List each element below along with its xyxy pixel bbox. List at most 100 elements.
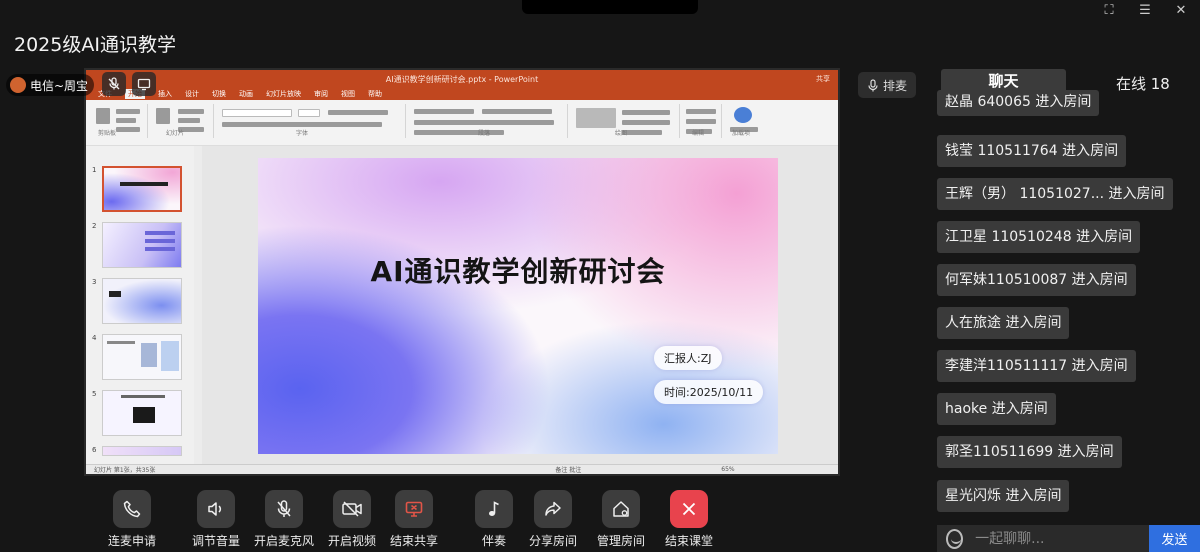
control-label: 伴奏 — [481, 534, 506, 548]
thumb-number: 6 — [92, 446, 97, 454]
slide-thumbnail[interactable] — [102, 166, 182, 212]
ppt-tab: 切换 — [212, 90, 226, 98]
control-label: 分享房间 — [528, 534, 577, 548]
shared-screen: AI通识教学创新研讨会.pptx - PowerPoint 共享 文件 开始 插… — [84, 68, 840, 476]
screen-share-icon[interactable] — [395, 490, 433, 528]
slide-thumbnail[interactable] — [102, 222, 182, 268]
ribbon-group: 剪贴板 — [90, 104, 148, 138]
window-controls: ⛶ ☰ ✕ — [1102, 4, 1188, 18]
ppt-tab: 视图 — [341, 90, 355, 98]
presenter-chip: 电信~周宝 — [6, 74, 95, 96]
ribbon-group-label: 绘图 — [615, 130, 628, 137]
presenter-avatar — [10, 77, 26, 93]
share-room-button[interactable]: 分享房间 — [523, 490, 583, 549]
thumb-number: 5 — [92, 390, 97, 398]
speaker-icon[interactable] — [197, 490, 235, 528]
top-window-tab — [522, 0, 698, 14]
chat-message: 钱莹 110511764 进入房间 — [937, 135, 1127, 167]
phone-icon[interactable] — [113, 490, 151, 528]
ppt-tab: 插入 — [158, 90, 172, 98]
chat-message: 何军妹110510087 进入房间 — [937, 264, 1136, 296]
camera-off-icon[interactable] — [333, 490, 371, 528]
thumb-number: 3 — [92, 278, 97, 286]
chat-message: 郭圣110511699 进入房间 — [937, 436, 1122, 468]
fullscreen-icon[interactable]: ⛶ — [1102, 4, 1116, 18]
ppt-ribbon-tabs: 文件 开始 插入 设计 切换 动画 幻灯片放映 审阅 视图 帮助 — [86, 88, 838, 100]
slide-title: AI通识教学创新研讨会 — [370, 255, 666, 288]
thumb-number: 2 — [92, 222, 97, 230]
ppt-tab: 帮助 — [368, 90, 382, 98]
open-mic-button[interactable]: 开启麦克风 — [254, 490, 314, 549]
ribbon-group-label: 加载项 — [732, 130, 751, 137]
thumbnail-scrollbar[interactable] — [194, 146, 202, 464]
control-label: 调节音量 — [191, 534, 240, 548]
course-title: 2025级AI通识教学 — [14, 34, 176, 56]
ribbon-group-label: 幻灯片 — [166, 130, 185, 137]
thumb-number: 1 — [92, 166, 97, 174]
control-label: 连麦申请 — [107, 534, 156, 548]
accompaniment-button[interactable]: 伴奏 — [464, 490, 524, 549]
chat-message: 江卫星 110510248 进入房间 — [937, 221, 1141, 253]
slide-reporter: 汇报人:ZJ — [654, 346, 722, 370]
slide-thumbnail[interactable] — [102, 334, 182, 380]
slide-thumbnail[interactable] — [102, 278, 182, 324]
ppt-tab: 动画 — [239, 90, 253, 98]
ppt-tab: 设计 — [185, 90, 199, 98]
ribbon-group-label: 编辑 — [692, 130, 705, 137]
ppt-ribbon: 剪贴板 幻灯片 字体 段落 绘图 编辑 加载项 — [86, 100, 838, 146]
status-slide-count: 幻灯片 第1张，共35张 — [94, 467, 156, 474]
thumb-number: 4 — [92, 334, 97, 342]
music-note-icon[interactable] — [475, 490, 513, 528]
end-class-button[interactable]: 结束课堂 — [659, 490, 719, 549]
mic-off-icon[interactable] — [265, 490, 303, 528]
close-icon[interactable] — [670, 490, 708, 528]
share-arrow-icon[interactable] — [534, 490, 572, 528]
end-share-button[interactable]: 结束共享 — [384, 490, 444, 549]
online-count[interactable]: 在线 18 — [1116, 73, 1170, 94]
ribbon-group-label: 字体 — [296, 130, 309, 137]
status-notes: 备注 批注 — [555, 467, 582, 474]
chat-message: 星光闪烁 进入房间 — [937, 480, 1070, 512]
ppt-title-bar: AI通识教学创新研讨会.pptx - PowerPoint 共享 — [86, 70, 838, 88]
chat-message: 李建洋110511117 进入房间 — [937, 350, 1136, 382]
ppt-tab: 幻灯片放映 — [266, 90, 301, 98]
house-settings-icon[interactable] — [602, 490, 640, 528]
ribbon-group: 字体 — [216, 104, 406, 138]
control-label: 结束共享 — [389, 534, 438, 548]
manage-room-button[interactable]: 管理房间 — [591, 490, 651, 549]
emoji-icon[interactable] — [946, 528, 964, 549]
current-slide: AI通识教学创新研讨会 汇报人:ZJ 时间:2025/10/11 — [258, 158, 778, 454]
slide-thumbnail[interactable] — [102, 390, 182, 436]
ribbon-group-label: 段落 — [478, 130, 491, 137]
ribbon-group-label: 剪贴板 — [98, 130, 117, 137]
open-video-button[interactable]: 开启视频 — [322, 490, 382, 549]
ribbon-group: 段落 — [408, 104, 568, 138]
ppt-workspace: 1 2 3 4 5 6 AI通识教学创新研讨会 汇报人:ZJ 时间:2025/1… — [86, 146, 838, 464]
send-button[interactable]: 发送 — [1149, 525, 1200, 552]
slide-thumbnail[interactable] — [102, 446, 182, 456]
chat-message: 人在旅途 进入房间 — [937, 307, 1070, 339]
volume-button[interactable]: 调节音量 — [186, 490, 246, 549]
mic-off-icon — [102, 72, 126, 96]
ribbon-group: 幻灯片 — [150, 104, 214, 138]
presenter-status-icons — [102, 72, 156, 96]
raise-hand-label: 排麦 — [882, 78, 907, 93]
status-zoom: 65% — [721, 466, 735, 473]
control-label: 结束课堂 — [664, 534, 713, 548]
control-label: 开启麦克风 — [254, 534, 315, 548]
close-window-icon[interactable]: ✕ — [1174, 4, 1188, 18]
mic-icon — [868, 78, 878, 91]
control-label: 管理房间 — [596, 534, 645, 548]
ppt-share-label: 共享 — [816, 75, 830, 83]
ribbon-group: 编辑 — [682, 104, 722, 138]
menu-icon[interactable]: ☰ — [1138, 4, 1152, 18]
screen-icon — [132, 72, 156, 96]
ribbon-group: 加载项 — [724, 104, 764, 138]
ribbon-group: 绘图 — [570, 104, 680, 138]
chat-input[interactable] — [975, 530, 1150, 547]
ppt-status-bar: 幻灯片 第1张，共35张 备注 批注 65% — [86, 464, 838, 474]
presenter-name: 电信~周宝 — [30, 78, 89, 93]
slide-thumbnail-pane[interactable]: 1 2 3 4 5 6 — [86, 146, 194, 464]
mic-request-button[interactable]: 连麦申请 — [102, 490, 162, 549]
raise-hand-button[interactable]: 排麦 — [858, 72, 916, 98]
